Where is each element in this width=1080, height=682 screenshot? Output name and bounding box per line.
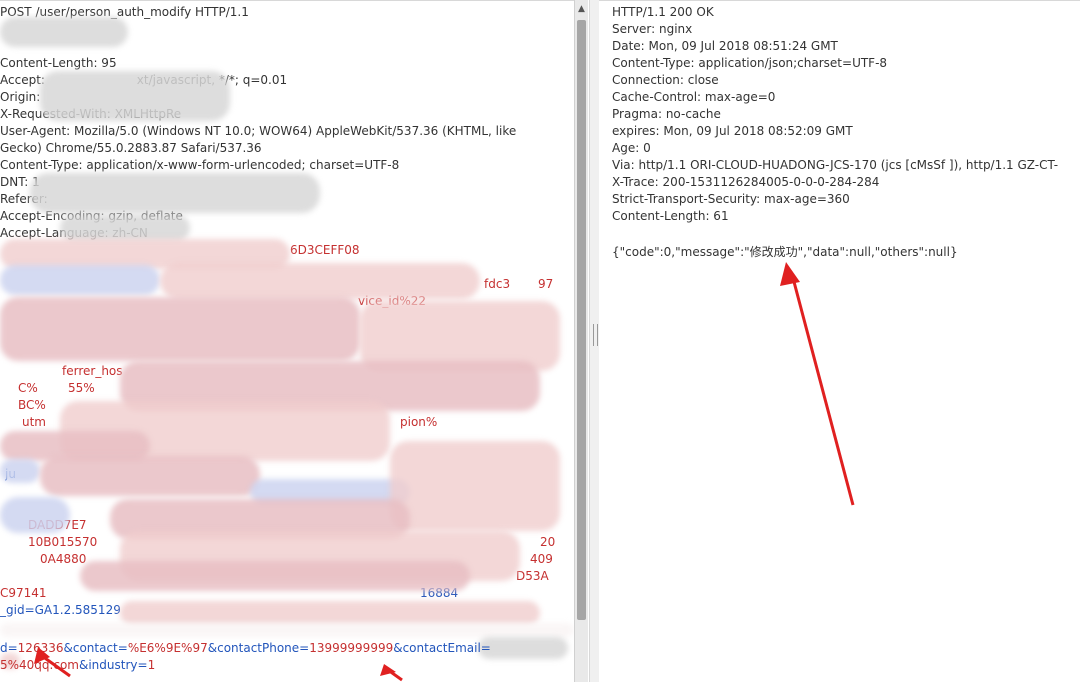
redaction-mask	[0, 265, 160, 295]
redaction-mask	[80, 561, 470, 591]
cookie-fragment: 409	[530, 552, 553, 566]
redaction-mask	[0, 459, 40, 483]
response-header: Content-Length: 61	[612, 209, 729, 223]
response-header: Via: http/1.1 ORI-CLOUD-HUADONG-JCS-170 …	[612, 158, 1059, 172]
cookie-fragment: C%	[18, 381, 38, 395]
response-header: expires: Mon, 09 Jul 2018 08:52:09 GMT	[612, 124, 853, 138]
response-header: Connection: close	[612, 73, 719, 87]
response-body-json: {"code":0,"message":"修改成功","data":null,"…	[612, 245, 958, 259]
cookie-fragment: 55%	[68, 381, 95, 395]
form-body-line: 5%40qq.com&industry=1	[0, 658, 156, 672]
redaction-mask	[0, 297, 360, 361]
scroll-up-arrow-icon[interactable]: ▲	[576, 4, 587, 15]
response-header: Server: nginx	[612, 22, 693, 36]
redaction-mask	[160, 263, 480, 299]
response-header: Date: Mon, 09 Jul 2018 08:51:24 GMT	[612, 39, 838, 53]
cookie-fragment: 20	[540, 535, 556, 549]
redaction-mask	[40, 71, 230, 121]
request-scrollbar[interactable]: ▲	[574, 0, 588, 682]
response-header: Content-Type: application/json;charset=U…	[612, 56, 888, 70]
cookie-fragment: fdc3	[484, 277, 511, 291]
response-pane[interactable]: HTTP/1.1 200 OK Server: nginx Date: Mon,…	[599, 0, 1080, 682]
redaction-mask	[0, 623, 574, 637]
response-header: Age: 0	[612, 141, 651, 155]
redaction-mask	[40, 456, 260, 496]
response-header: Cache-Control: max-age=0	[612, 90, 776, 104]
request-header: Gecko) Chrome/55.0.2883.87 Safari/537.36	[0, 141, 262, 155]
request-header: Content-Type: application/x-www-form-url…	[0, 158, 400, 172]
response-status-line: HTTP/1.1 200 OK	[612, 5, 714, 19]
redaction-mask	[390, 441, 560, 531]
cookie-fragment: utm	[22, 415, 46, 429]
cookie-fragment: C97141	[0, 586, 47, 600]
scrollbar-thumb[interactable]	[577, 20, 586, 620]
response-header: Strict-Transport-Security: max-age=360	[612, 192, 850, 206]
cookie-fragment: _gid=GA1.2.585129	[0, 603, 121, 617]
redaction-mask	[478, 637, 568, 659]
redaction-mask	[0, 497, 70, 533]
response-header: Pragma: no-cache	[612, 107, 721, 121]
cookie-fragment: pion%	[400, 415, 438, 429]
cookie-fragment: 10B015570	[28, 535, 98, 549]
response-header: X-Trace: 200-1531126284005-0-0-0-284-284	[612, 175, 880, 189]
redaction-mask	[30, 173, 320, 213]
request-header: Origin:	[0, 90, 41, 104]
cookie-fragment: ferrer_hos	[62, 364, 123, 378]
request-pane[interactable]: POST /user/person_auth_modify HTTP/1.1 C…	[0, 0, 574, 682]
cookie-fragment: 97	[538, 277, 554, 291]
form-body-line: d=126336&contact=%E6%9E%97&contactPhone=…	[0, 641, 491, 655]
request-header: Content-Length: 95	[0, 56, 117, 70]
splitter-grip-icon[interactable]	[593, 324, 598, 346]
redaction-mask	[0, 17, 128, 47]
cookie-fragment: BC%	[18, 398, 46, 412]
cookie-fragment: D53A	[516, 569, 549, 583]
redaction-mask	[120, 601, 540, 625]
cookie-fragment: 6D3CEFF08	[290, 243, 360, 257]
redaction-mask	[60, 215, 190, 241]
cookie-fragment: 0A4880	[40, 552, 87, 566]
request-header: User-Agent: Mozilla/5.0 (Windows NT 10.0…	[0, 124, 517, 138]
